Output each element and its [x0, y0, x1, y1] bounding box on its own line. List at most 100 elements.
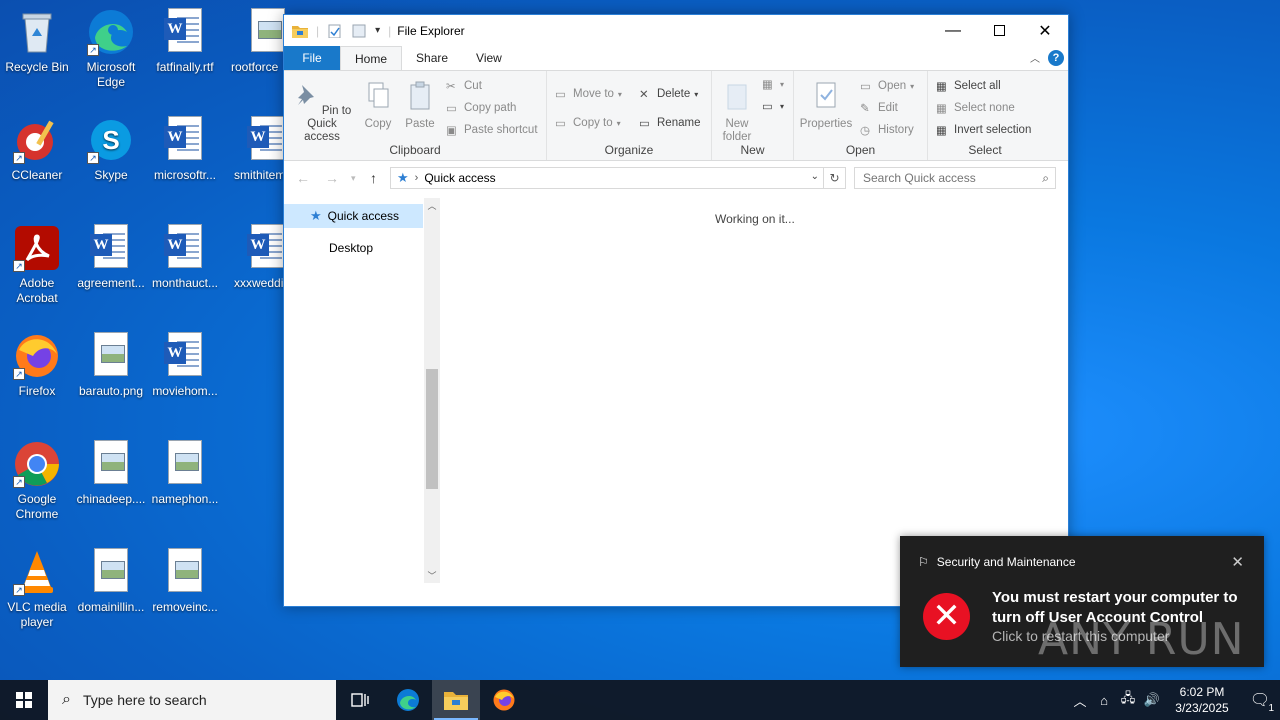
cut-button[interactable]: ✂ Cut [446, 79, 482, 93]
group-label: Open [845, 143, 876, 157]
history-button[interactable]: ◷ History [860, 123, 914, 137]
taskbar-search[interactable]: ⌕ Type here to search [48, 680, 336, 720]
folder-icon [444, 692, 468, 710]
maximize-button[interactable] [976, 15, 1022, 46]
paste-shortcut-button[interactable]: ▣ Paste shortcut [446, 123, 538, 137]
properties-qat-icon[interactable] [327, 24, 343, 38]
desktop-icon-barauto[interactable]: barauto.png [74, 332, 148, 399]
navigation-pane: ★ Quick access Desktop ︿ ﹀ [284, 198, 440, 588]
breadcrumb-quick-access[interactable]: Quick access [424, 171, 495, 185]
up-arrow-icon[interactable]: ↑ [370, 170, 377, 186]
new-folder-qat-icon[interactable] [351, 24, 367, 38]
back-arrow-icon[interactable]: ← [296, 170, 310, 186]
ribbon-tabs: File Home Share View ︿ ? [284, 46, 1068, 70]
new-item-button[interactable]: ▦ ▾ [762, 77, 784, 91]
task-view-button[interactable] [336, 680, 384, 720]
close-button[interactable]: ✕ [1022, 15, 1068, 46]
ribbon: Pin to Quick access Copy Paste ✂ Cut ▭ Cop… [284, 70, 1068, 161]
notification-icon: 🗨 [1249, 692, 1271, 709]
select-all-button[interactable]: ▦ Select all [936, 79, 1001, 93]
address-bar[interactable]: ★ › Quick access ⌄ [390, 167, 824, 189]
rename-button[interactable]: ▭ Rename [639, 116, 700, 130]
vlc-icon: ↗ [13, 548, 61, 596]
toast-close-icon[interactable]: ✕ [1231, 553, 1244, 571]
delete-button[interactable]: ✕ Delete ▾ [639, 87, 698, 101]
nav-item-desktop[interactable]: Desktop [284, 236, 423, 260]
address-dropdown-icon[interactable]: ⌄ [811, 171, 819, 182]
rename-icon: ▭ [639, 118, 650, 130]
paste-button[interactable]: Paste [402, 81, 438, 131]
word-doc-icon: W [161, 116, 209, 164]
image-file-icon [161, 548, 209, 596]
open-button[interactable]: ▭ Open ▾ [860, 79, 914, 93]
nav-scrollbar[interactable]: ︿ ﹀ [424, 198, 440, 583]
desktop-icon-fatfinally[interactable]: W fatfinally.rtf [148, 8, 222, 75]
desktop-icon-namephon[interactable]: namephon... [148, 440, 222, 507]
desktop-icon-skype[interactable]: S ↗ Skype [74, 116, 148, 183]
desktop-icon-vlc[interactable]: ↗ VLC media player [0, 548, 74, 630]
desktop-icon-ccleaner[interactable]: ↗ CCleaner [0, 116, 74, 183]
tab-home[interactable]: Home [340, 46, 403, 70]
move-to-button[interactable]: ▭ Move to ▾ [555, 87, 622, 101]
invert-selection-button[interactable]: ▦ Invert selection [936, 123, 1031, 137]
properties-button[interactable]: Properties [798, 81, 854, 131]
clock[interactable]: 6:02 PM 3/23/2025 [1164, 684, 1240, 716]
title-bar[interactable]: | ▾ | File Explorer — ✕ [284, 15, 1068, 46]
forward-arrow-icon[interactable]: → [325, 170, 339, 186]
copy-to-button[interactable]: ▭ Copy to ▾ [555, 116, 621, 130]
taskbar-firefox[interactable] [480, 680, 528, 720]
volume-icon[interactable]: 🔊 [1140, 692, 1164, 708]
desktop-icon-removeinc[interactable]: removeinc... [148, 548, 222, 615]
copy-path-button[interactable]: ▭ Copy path [446, 101, 516, 115]
taskbar-file-explorer[interactable] [432, 680, 480, 720]
desktop-icon-recycle-bin[interactable]: Recycle Bin [0, 8, 74, 75]
minimize-icon: — [945, 21, 961, 39]
recent-locations-icon[interactable]: ▾ [351, 173, 356, 184]
file-explorer-window[interactable]: | ▾ | File Explorer — ✕ File Home Share … [283, 14, 1069, 607]
desktop-icon-google-chrome[interactable]: ↗ Google Chrome [0, 440, 74, 522]
new-folder-button[interactable]: New folder [716, 81, 758, 144]
network-icon[interactable]: 🖧 [1116, 689, 1140, 711]
desktop-icon-chinadeep[interactable]: chinadeep.... [74, 440, 148, 507]
desktop-icon-domainillin[interactable]: domainillin... [74, 548, 148, 615]
select-none-button[interactable]: ▦ Select none [936, 101, 1015, 115]
desktop-icon-monthauct[interactable]: W monthauct... [148, 224, 222, 291]
show-hidden-icons-icon[interactable]: ︿ [1068, 691, 1092, 710]
search-icon: ⌕ [1042, 171, 1049, 185]
tab-share[interactable]: Share [402, 46, 462, 70]
start-button[interactable] [0, 680, 48, 720]
taskbar-edge[interactable] [384, 680, 432, 720]
pin-to-quick-access-button[interactable]: Pin to Quick access [290, 81, 354, 144]
scissors-icon: ✂ [446, 81, 456, 93]
easy-access-button[interactable]: ▭ ▾ [762, 99, 784, 113]
scroll-down-icon[interactable]: ﹀ [424, 569, 440, 582]
minimize-button[interactable]: — [930, 15, 976, 46]
scroll-thumb[interactable] [426, 369, 438, 489]
collapse-ribbon-icon[interactable]: ︿ [1030, 50, 1040, 65]
tab-file[interactable]: File [284, 46, 340, 70]
search-input[interactable] [863, 168, 1033, 188]
search-box[interactable]: ⌕ [854, 167, 1056, 189]
pin-icon [297, 85, 314, 105]
desktop-icon-firefox[interactable]: ↗ Firefox [0, 332, 74, 399]
qat-dropdown-icon[interactable]: ▾ [375, 25, 380, 36]
group-label: Organize [604, 143, 654, 157]
desktop-icon-agreement[interactable]: W agreement... [74, 224, 148, 291]
edit-button[interactable]: ✎ Edit [860, 101, 898, 115]
tab-view[interactable]: View [462, 46, 516, 70]
copy-button[interactable]: Copy [360, 81, 396, 131]
nav-item-quick-access[interactable]: ★ Quick access [284, 204, 423, 228]
desktop-icon-microsoftr[interactable]: W microsoftr... [148, 116, 222, 183]
help-icon[interactable]: ? [1048, 50, 1064, 66]
meet-now-icon[interactable]: ⌂ [1092, 693, 1116, 708]
desktop-icon-microsoft-edge[interactable]: ↗ Microsoft Edge [74, 8, 148, 90]
desktop-icon-adobe-acrobat[interactable]: ↗ Adobe Acrobat [0, 224, 74, 306]
window-title: File Explorer [397, 23, 465, 38]
scroll-up-icon[interactable]: ︿ [424, 199, 440, 212]
history-icon: ◷ [860, 125, 871, 137]
ribbon-group-new: New folder ▦ ▾ ▭ ▾ New [712, 71, 794, 160]
desktop-icon-moviehom[interactable]: W moviehom... [148, 332, 222, 399]
refresh-button[interactable]: ↻ [824, 167, 846, 189]
action-center-button[interactable]: 🗨 1 [1240, 690, 1280, 714]
shortcut-arrow-icon: ↗ [13, 476, 25, 488]
